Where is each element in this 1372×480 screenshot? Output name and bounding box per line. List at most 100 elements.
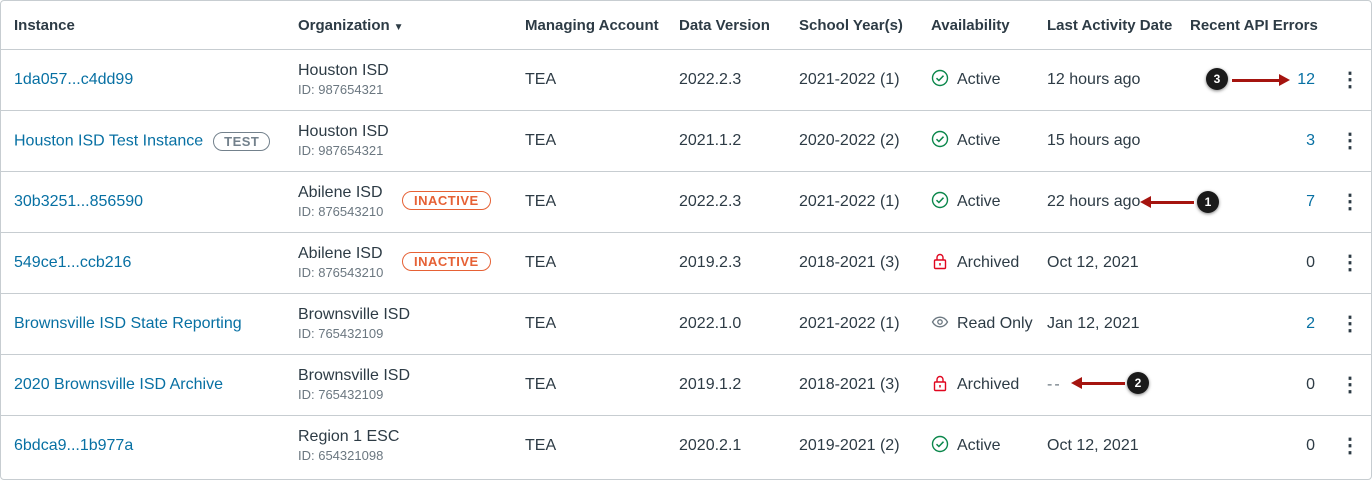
callout-1: 1 xyxy=(1197,191,1219,213)
last-activity-cell: 15 hours ago xyxy=(1034,110,1177,172)
managing-account-cell: TEA xyxy=(512,293,666,355)
last-activity-cell: Oct 12, 2021 xyxy=(1034,232,1177,294)
organization-cell: Brownsville ISD ID: 765432109 xyxy=(285,293,512,355)
availability-label: Archived xyxy=(957,254,1020,271)
callout-2-arrow xyxy=(1071,377,1125,389)
availability-cell: Archived xyxy=(918,232,1034,294)
more-options-icon[interactable]: ⋮ xyxy=(1340,436,1360,456)
school-years-cell: 2021-2022 (1) xyxy=(786,49,918,111)
last-activity-value: 12 hours ago xyxy=(1047,71,1141,88)
school-years-cell: 2018-2021 (3) xyxy=(786,354,918,416)
table-row: 2020 Brownsville ISD Archive Brownsville… xyxy=(1,354,1371,416)
organization-name: Houston ISD xyxy=(298,123,389,140)
school-years-cell: 2021-2022 (1) xyxy=(786,171,918,233)
instance-link[interactable]: 2020 Brownsville ISD Archive xyxy=(14,376,223,393)
lock-icon xyxy=(931,374,949,397)
organization-name: Brownsville ISD xyxy=(298,306,411,323)
data-version-cell: 2021.1.2 xyxy=(666,110,786,172)
table-row: 6bdca9...1b977a Region 1 ESC ID: 6543210… xyxy=(1,416,1371,477)
organization-id: ID: 987654321 xyxy=(298,82,384,97)
check-circle-icon xyxy=(931,191,949,214)
more-options-icon[interactable]: ⋮ xyxy=(1340,192,1360,212)
data-version-cell: 2022.1.0 xyxy=(666,293,786,355)
data-version-cell: 2019.1.2 xyxy=(666,354,786,416)
api-errors-link[interactable]: 7 xyxy=(1306,193,1315,210)
managing-account-cell: TEA xyxy=(525,437,557,454)
last-activity-cell: 12 hours ago xyxy=(1034,49,1177,111)
school-years-cell: 2020-2022 (2) xyxy=(786,110,918,172)
row-actions-cell: ⋮ xyxy=(1329,110,1371,172)
availability-label: Active xyxy=(957,437,1001,454)
more-options-icon[interactable]: ⋮ xyxy=(1340,375,1360,395)
instance-link[interactable]: 6bdca9...1b977a xyxy=(14,437,133,454)
more-options-icon[interactable]: ⋮ xyxy=(1340,70,1360,90)
managing-account-cell: TEA xyxy=(512,354,666,416)
last-activity-cell: Jan 12, 2021 xyxy=(1034,293,1177,355)
table-row: 549ce1...ccb216 Abilene ISD ID: 87654321… xyxy=(1,232,1371,294)
callout-1-arrow xyxy=(1140,196,1194,208)
column-header-data-version: Data Version xyxy=(666,1,786,50)
organization-id: ID: 987654321 xyxy=(298,143,384,158)
api-errors-count: 0 xyxy=(1306,376,1315,393)
api-errors-link[interactable]: 3 xyxy=(1306,132,1315,149)
availability-cell: Read Only xyxy=(918,293,1034,355)
api-errors-count: 0 xyxy=(1306,254,1315,271)
instances-table: Instance Organization ▼ Managing Account … xyxy=(1,1,1371,476)
instance-cell: Brownsville ISD State Reporting xyxy=(1,293,285,355)
availability-label: Archived xyxy=(957,376,1020,393)
api-errors-link[interactable]: 2 xyxy=(1306,315,1315,332)
last-activity-value: Jan 12, 2021 xyxy=(1047,315,1140,332)
callout-3-arrow xyxy=(1232,74,1290,86)
data-version-cell: 2020.2.1 xyxy=(679,437,742,454)
callout-2: 2 xyxy=(1127,372,1149,394)
availability-label: Active xyxy=(957,132,1001,149)
organization-name: Brownsville ISD xyxy=(298,367,411,384)
api-errors-link[interactable]: 12 xyxy=(1297,71,1315,88)
instance-cell: 549ce1...ccb216 xyxy=(1,232,285,294)
row-actions-cell: ⋮ xyxy=(1329,49,1371,111)
last-activity-value: -- xyxy=(1047,376,1062,393)
api-errors-count: 0 xyxy=(1306,437,1315,454)
organization-id: ID: 765432109 xyxy=(298,326,384,341)
check-circle-icon xyxy=(931,435,949,458)
row-actions-cell: ⋮ xyxy=(1329,354,1371,416)
organization-cell: Brownsville ISD ID: 765432109 xyxy=(285,354,512,416)
instance-link[interactable]: 30b3251...856590 xyxy=(14,193,143,210)
availability-label: Active xyxy=(957,193,1001,210)
organization-name: Region 1 ESC xyxy=(298,428,400,445)
instance-link[interactable]: Brownsville ISD State Reporting xyxy=(14,315,242,332)
last-activity-value: Oct 12, 2021 xyxy=(1047,254,1139,271)
organization-cell: Houston ISD ID: 987654321 xyxy=(285,49,512,111)
organization-cell: Abilene ISD ID: 876543210 INACTIVE xyxy=(285,232,512,294)
organization-cell: Abilene ISD ID: 876543210 INACTIVE xyxy=(285,171,512,233)
school-years-cell: 2018-2021 (3) xyxy=(786,232,918,294)
availability-cell: Archived xyxy=(918,354,1034,416)
managing-account-cell: TEA xyxy=(512,171,666,233)
more-options-icon[interactable]: ⋮ xyxy=(1340,314,1360,334)
row-actions-cell: ⋮ xyxy=(1329,232,1371,294)
api-errors-cell: 3 xyxy=(1177,110,1329,172)
instance-link[interactable]: 549ce1...ccb216 xyxy=(14,254,131,271)
instance-cell: Houston ISD Test Instance TEST xyxy=(1,110,285,172)
column-header-api-errors: Recent API Errors xyxy=(1177,1,1329,50)
data-version-cell: 2022.2.3 xyxy=(666,49,786,111)
column-header-school-years: School Year(s) xyxy=(786,1,918,50)
availability-cell: Active xyxy=(918,110,1034,172)
managing-account-cell: TEA xyxy=(512,232,666,294)
lock-icon xyxy=(931,252,949,275)
organization-id: ID: 654321098 xyxy=(298,448,384,463)
api-errors-cell: 0 xyxy=(1177,232,1329,294)
column-header-organization-label: Organization xyxy=(298,16,390,34)
last-activity-value: Oct 12, 2021 xyxy=(1047,437,1139,454)
instance-link[interactable]: Houston ISD Test Instance xyxy=(14,132,203,149)
api-errors-cell: 0 xyxy=(1177,354,1329,416)
more-options-icon[interactable]: ⋮ xyxy=(1340,253,1360,273)
last-activity-value: 22 hours ago xyxy=(1047,193,1141,210)
api-errors-cell: 0 xyxy=(1177,416,1329,477)
column-header-organization[interactable]: Organization ▼ xyxy=(285,1,512,50)
instance-link[interactable]: 1da057...c4dd99 xyxy=(14,71,133,88)
column-header-actions xyxy=(1329,1,1371,50)
table-row: 1da057...c4dd99 Houston ISD ID: 98765432… xyxy=(1,49,1371,111)
check-circle-icon xyxy=(931,69,949,92)
more-options-icon[interactable]: ⋮ xyxy=(1340,131,1360,151)
